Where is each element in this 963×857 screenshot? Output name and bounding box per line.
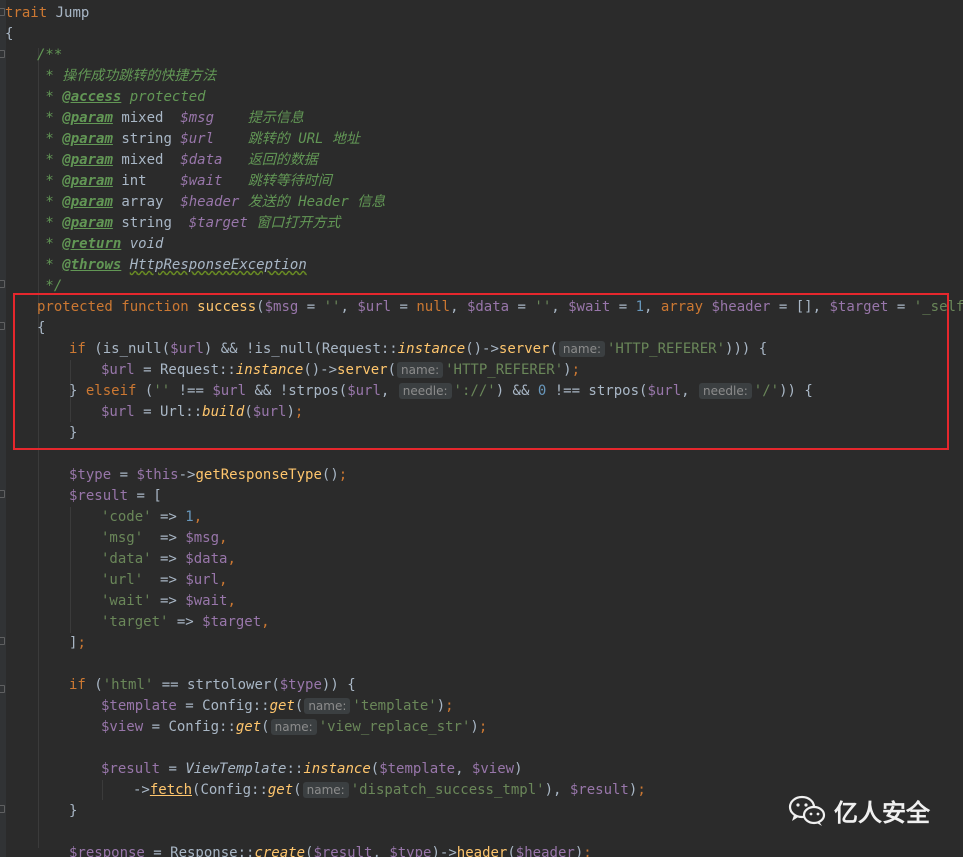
doc-tag: @param (62, 194, 113, 210)
watermark-brand: 亿人安全 (834, 799, 930, 827)
code-line-23[interactable]: $result = [ (69, 486, 162, 507)
doc-desc: 提示信息 (247, 110, 304, 126)
code-line-30[interactable]: ]; (69, 633, 86, 654)
doc-tag: @access (62, 89, 122, 105)
doc-var: $target (188, 215, 248, 231)
code-line-26[interactable]: 'data' => $data, (101, 549, 236, 570)
doc-tag: @param (62, 173, 113, 189)
code-line-29[interactable]: 'target' => $target, (101, 612, 270, 633)
doc-var: $url (180, 131, 215, 147)
code-line-13[interactable]: * @throws HttpResponseException (37, 255, 307, 276)
doc-type: HttpResponseException (129, 257, 307, 273)
code-line-36[interactable]: } (69, 801, 77, 822)
doc-tag: @param (62, 131, 113, 147)
fold-marker[interactable] (0, 805, 5, 813)
doc-type: array (121, 194, 164, 210)
code-line-7[interactable]: * @param string $url 跳转的 URL 地址 (37, 129, 360, 150)
doc-var: $data (180, 152, 223, 168)
code-line-27[interactable]: 'url' => $url, (101, 570, 227, 591)
fold-marker[interactable] (0, 490, 5, 498)
watermark: 亿人安全 (788, 793, 930, 828)
fold-marker[interactable] (0, 50, 5, 58)
code-line-8[interactable]: * @param mixed $data 返回的数据 (37, 150, 318, 171)
code-line-12[interactable]: * @return void (37, 234, 163, 255)
doc-tag: @return (62, 236, 122, 252)
fold-marker[interactable] (0, 322, 5, 330)
doc-var: $msg (180, 110, 215, 126)
code-line-31[interactable]: if ('html' == strtolower($type)) { (69, 675, 356, 696)
code-line-10[interactable]: * @param array $header 发送的 Header 信息 (37, 192, 385, 213)
fold-marker[interactable] (0, 685, 5, 693)
fold-marker[interactable] (0, 637, 5, 645)
doc-var: $wait (180, 173, 223, 189)
code-editor[interactable]: trait Jump { /** * 操作成功跳转的快捷方法 * @access… (0, 0, 963, 857)
param-hint: name: (304, 698, 351, 714)
doc-desc: 跳转等待时间 (247, 173, 332, 189)
doc-desc: 返回的数据 (247, 152, 318, 168)
doc-summary: 操作成功跳转的快捷方法 (62, 68, 217, 84)
code-line-11[interactable]: * @param string $target 窗口打开方式 (37, 213, 340, 234)
code-line-1[interactable]: trait Jump (5, 3, 89, 24)
code-line-5[interactable]: * @access protected (37, 87, 206, 108)
doc-desc: 窗口打开方式 (256, 215, 341, 231)
code-line-4[interactable]: * 操作成功跳转的快捷方法 (37, 66, 216, 87)
doc-tag: @param (62, 152, 113, 168)
code-line-9[interactable]: * @param int $wait 跳转等待时间 (37, 171, 332, 192)
param-hint: name: (270, 719, 317, 735)
code-line-3[interactable]: /** (37, 45, 62, 66)
doc-tag: @param (62, 215, 113, 231)
code-line-37[interactable]: $response = Response::create($result, $t… (69, 843, 592, 857)
highlight-box (13, 293, 949, 450)
doc-access-value: protected (129, 89, 206, 105)
indent-guide (102, 780, 103, 800)
indent-guide (70, 507, 71, 633)
doc-desc: 跳转的 URL 地址 (247, 131, 360, 147)
doc-var: $header (180, 194, 240, 210)
doc-type: void (129, 236, 164, 252)
code-line-24[interactable]: 'code' => 1, (101, 507, 202, 528)
doc-type: string (121, 131, 172, 147)
code-line-6[interactable]: * @param mixed $msg 提示信息 (37, 108, 304, 129)
wechat-icon (788, 795, 826, 826)
doc-type: mixed (121, 110, 164, 126)
code-line-33[interactable]: $view = Config::get(name:'view_replace_s… (101, 717, 487, 738)
doc-desc: 发送的 Header 信息 (247, 194, 386, 210)
code-line-32[interactable]: $template = Config::get(name:'template')… (101, 696, 454, 717)
code-line-35[interactable]: ->fetch(Config::get(name:'dispatch_succe… (133, 780, 646, 801)
code-line-25[interactable]: 'msg' => $msg, (101, 528, 227, 549)
doc-type: mixed (121, 152, 164, 168)
code-line-34[interactable]: $result = ViewTemplate::instance($templa… (101, 759, 523, 780)
doc-type: int (121, 173, 147, 189)
doc-type: string (121, 215, 172, 231)
param-hint: name: (302, 782, 349, 798)
fold-marker[interactable] (0, 280, 5, 288)
code-line-22[interactable]: $type = $this->getResponseType(); (69, 465, 347, 486)
code-line-28[interactable]: 'wait' => $wait, (101, 591, 236, 612)
doc-tag: @param (62, 110, 113, 126)
doc-tag: @throws (62, 257, 122, 273)
editor-gutter[interactable] (0, 0, 6, 857)
code-line-2[interactable]: { (5, 24, 13, 45)
